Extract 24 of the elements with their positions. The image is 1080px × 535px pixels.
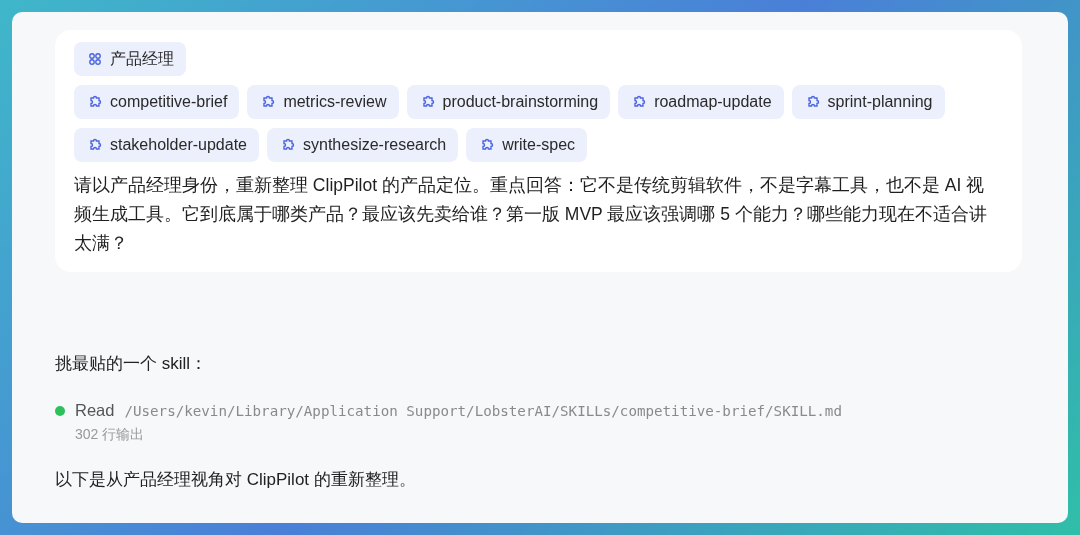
skill-tag[interactable]: competitive-brief — [74, 85, 240, 119]
reply-text: 以下是从产品经理视角对 ClipPilot 的重新整理。 — [55, 469, 417, 491]
puzzle-icon — [480, 138, 495, 152]
skill-tag[interactable]: stakeholder-update — [74, 128, 259, 162]
message-text: 请以产品经理身份，重新整理 ClipPilot 的产品定位。重点回答：它不是传统剪辑软件，不是字幕工具，也不是 AI 视频生成工具。它到底属于哪类产品？最应该先卖给谁？第一版 MVP 最应该强调哪 5 个能力？哪些能力现在不适合讲太满？ — [74, 174, 988, 255]
puzzle-icon — [261, 95, 276, 109]
puzzle-icon — [88, 95, 102, 109]
puzzle-icon — [88, 138, 102, 152]
skill-tag[interactable]: product-brainstorming — [406, 85, 611, 119]
skill-tag[interactable]: roadmap-update — [618, 85, 784, 119]
reply-text: 挑最贴的一个 skill： — [55, 353, 209, 375]
puzzle-icon — [281, 138, 295, 152]
file-path: /Users/kevin/Library/Application Support/LobsterAI/SKILLs/competitive-brief/SKILL.md — [124, 402, 842, 419]
skill-tag[interactable]: write-spec — [466, 128, 588, 162]
tool-action: Read — [75, 401, 115, 420]
skill-tag[interactable]: metrics-review — [247, 85, 399, 119]
skill-tag[interactable]: sprint-planning — [791, 85, 945, 119]
puzzle-icon — [632, 95, 647, 109]
role-tag[interactable]: 产品经理 — [74, 42, 186, 76]
output-summary: 302 行输出 — [75, 426, 146, 444]
skill-tag[interactable]: synthesize-research — [267, 128, 459, 162]
puzzle-icon — [805, 95, 820, 109]
grid-icon — [88, 52, 102, 66]
puzzle-icon — [420, 95, 435, 109]
